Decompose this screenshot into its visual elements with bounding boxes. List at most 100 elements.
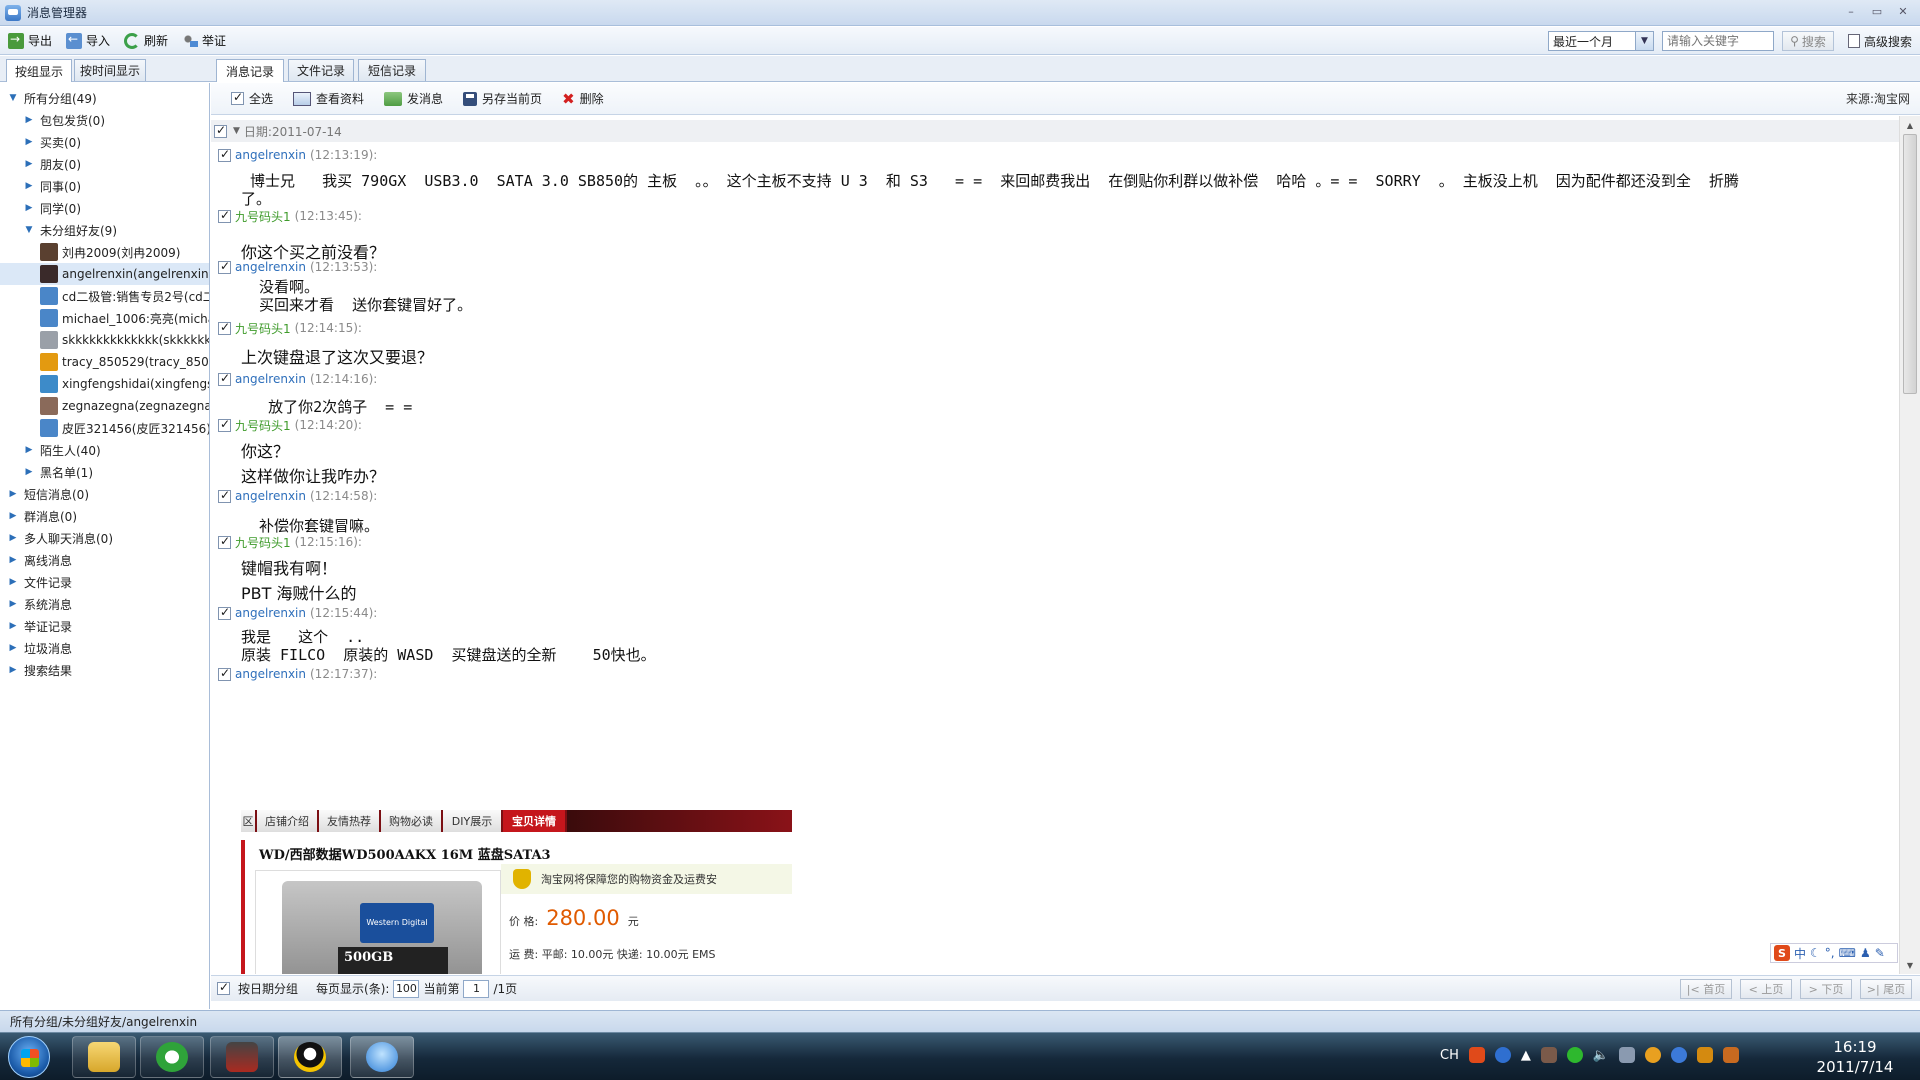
- prev-page-button[interactable]: < 上页: [1740, 979, 1792, 999]
- search-button[interactable]: ⚲ 搜索: [1781, 31, 1834, 51]
- vertical-scrollbar[interactable]: ▲ ▼: [1899, 116, 1920, 974]
- import-button[interactable]: 导入: [66, 32, 110, 49]
- contact-item[interactable]: xingfengshidai(xingfengshidai): [0, 373, 209, 395]
- message-checkbox[interactable]: [218, 147, 231, 162]
- collapsed-triangle-icon[interactable]: ▶: [8, 643, 18, 653]
- punctuation-icon[interactable]: °,: [1825, 946, 1835, 960]
- contact-item[interactable]: michael_1006:亮亮(michael_1006:亮亮): [0, 307, 209, 329]
- collapsed-triangle-icon[interactable]: ▶: [8, 599, 18, 609]
- expanded-triangle-icon[interactable]: ▼: [24, 225, 34, 235]
- collapsed-triangle-icon[interactable]: ▶: [8, 577, 18, 587]
- collapse-triangle-icon[interactable]: ▼: [233, 126, 240, 136]
- tab-sms-records[interactable]: 短信记录: [358, 59, 426, 81]
- collapsed-triangle-icon[interactable]: ▶: [24, 115, 34, 125]
- collapsed-triangle-icon[interactable]: ▶: [24, 181, 34, 191]
- network-icon[interactable]: [1619, 1047, 1636, 1063]
- user-icon[interactable]: ♟: [1860, 946, 1871, 960]
- ime-toolbar[interactable]: S 中 ☾ °, ⌨ ♟ ✎: [1770, 943, 1898, 963]
- tree-node[interactable]: ▶ 陌生人(40): [0, 439, 209, 461]
- app-tray-icon[interactable]: [1697, 1047, 1714, 1063]
- collapsed-triangle-icon[interactable]: ▶: [8, 489, 18, 499]
- save-page-button[interactable]: 另存当前页: [463, 90, 542, 107]
- tree-node[interactable]: ▶ 举证记录: [0, 615, 209, 637]
- tree-node[interactable]: ▼ 所有分组(49): [0, 87, 209, 109]
- tree-node[interactable]: ▶ 买卖(0): [0, 131, 209, 153]
- message-checkbox[interactable]: [218, 417, 231, 432]
- tab-by-time[interactable]: 按时间显示: [74, 59, 146, 81]
- collapsed-triangle-icon[interactable]: ▶: [24, 445, 34, 455]
- qq-taskbar-button[interactable]: [278, 1036, 342, 1078]
- per-page-input[interactable]: 100: [393, 979, 420, 998]
- select-all-checkbox[interactable]: 全选: [231, 90, 273, 107]
- send-message-button[interactable]: 发消息: [384, 90, 443, 107]
- last-page-button[interactable]: >| 尾页: [1860, 979, 1912, 999]
- tree-node[interactable]: ▶ 搜索结果: [0, 659, 209, 681]
- language-indicator[interactable]: CH: [1440, 1048, 1459, 1063]
- delete-button[interactable]: ✖ 删除: [562, 90, 604, 108]
- help-icon[interactable]: [1494, 1047, 1511, 1063]
- green-plus-icon[interactable]: [1566, 1047, 1583, 1063]
- next-page-button[interactable]: > 下页: [1800, 979, 1852, 999]
- tab-message-records[interactable]: 消息记录: [216, 59, 284, 82]
- message-manager-taskbar-button[interactable]: [350, 1036, 414, 1078]
- message-sender[interactable]: angelrenxin: [235, 606, 306, 620]
- contact-item[interactable]: 刘冉2009(刘冉2009): [0, 241, 209, 263]
- tree-node[interactable]: ▶ 包包发货(0): [0, 109, 209, 131]
- collapsed-triangle-icon[interactable]: ▶: [8, 621, 18, 631]
- tree-node[interactable]: ▶ 多人聊天消息(0): [0, 527, 209, 549]
- ime-mode[interactable]: 中: [1794, 945, 1806, 962]
- tree-node[interactable]: ▶ 同学(0): [0, 197, 209, 219]
- user-tray-icon[interactable]: [1723, 1047, 1740, 1063]
- contact-item[interactable]: angelrenxin(angelrenxin): [0, 263, 209, 285]
- explorer-taskbar-button[interactable]: [72, 1036, 136, 1078]
- tree-node[interactable]: ▼ 未分组好友(9): [0, 219, 209, 241]
- message-checkbox[interactable]: [218, 534, 231, 549]
- tree-node[interactable]: ▶ 离线消息: [0, 549, 209, 571]
- tree-node[interactable]: ▶ 朋友(0): [0, 153, 209, 175]
- export-button[interactable]: 导出: [8, 32, 52, 49]
- tree-node[interactable]: ▶ 同事(0): [0, 175, 209, 197]
- time-range-select[interactable]: 最近一个月 ▼: [1547, 31, 1654, 51]
- tree-node[interactable]: ▶ 短信消息(0): [0, 483, 209, 505]
- minimize-button[interactable]: –: [1840, 3, 1862, 19]
- refresh-button[interactable]: 刷新: [124, 32, 168, 49]
- collapsed-triangle-icon[interactable]: ▶: [24, 203, 34, 213]
- collapsed-triangle-icon[interactable]: ▶: [8, 533, 18, 543]
- first-page-button[interactable]: |< 首页: [1680, 979, 1732, 999]
- message-checkbox[interactable]: [218, 371, 231, 386]
- browser-taskbar-button[interactable]: [140, 1036, 204, 1078]
- message-checkbox[interactable]: [218, 488, 231, 503]
- chevron-down-icon[interactable]: ▼: [1634, 32, 1653, 50]
- sogou-logo-icon[interactable]: S: [1774, 945, 1790, 961]
- close-button[interactable]: ✕: [1892, 3, 1914, 19]
- message-sender[interactable]: 九号码头1: [235, 208, 291, 225]
- message-sender[interactable]: 九号码头1: [235, 534, 291, 551]
- message-sender[interactable]: 九号码头1: [235, 320, 291, 337]
- contact-item[interactable]: tracy_850529(tracy_850529): [0, 351, 209, 373]
- checkbox[interactable]: [231, 90, 244, 105]
- contact-item[interactable]: cd二极管:销售专员2号(cd二极管:销售专员2号): [0, 285, 209, 307]
- clock[interactable]: 16:19 2011/7/14: [1810, 1037, 1900, 1077]
- message-sender[interactable]: angelrenxin: [235, 148, 306, 162]
- date-group-checkbox[interactable]: [214, 123, 227, 138]
- message-sender[interactable]: angelrenxin: [235, 667, 306, 681]
- message-sender[interactable]: angelrenxin: [235, 489, 306, 503]
- tree-node[interactable]: ▶ 系统消息: [0, 593, 209, 615]
- tree-node[interactable]: ▶ 黑名单(1): [0, 461, 209, 483]
- collapsed-triangle-icon[interactable]: ▶: [24, 467, 34, 477]
- date-group-header[interactable]: ▼ 日期:2011-07-14: [211, 120, 1899, 142]
- tray-expand-icon[interactable]: ▲: [1521, 1048, 1531, 1063]
- message-checkbox[interactable]: [218, 666, 231, 681]
- contact-item[interactable]: skkkkkkkkkkkkk(skkkkkkkkkkkkk): [0, 329, 209, 351]
- maximize-button[interactable]: ▭: [1866, 3, 1888, 19]
- browser-tray-icon[interactable]: [1671, 1047, 1688, 1063]
- keyboard-icon[interactable]: ⌨: [1839, 946, 1856, 960]
- moon-icon[interactable]: ☾: [1810, 946, 1821, 960]
- sogou-tray-icon[interactable]: [1468, 1047, 1485, 1063]
- tree-node[interactable]: ▶ 垃圾消息: [0, 637, 209, 659]
- collapsed-triangle-icon[interactable]: ▶: [24, 137, 34, 147]
- search-input[interactable]: [1661, 31, 1774, 51]
- wrench-icon[interactable]: ✎: [1875, 946, 1885, 960]
- expanded-triangle-icon[interactable]: ▼: [8, 93, 18, 103]
- tab-by-group[interactable]: 按组显示: [6, 59, 72, 82]
